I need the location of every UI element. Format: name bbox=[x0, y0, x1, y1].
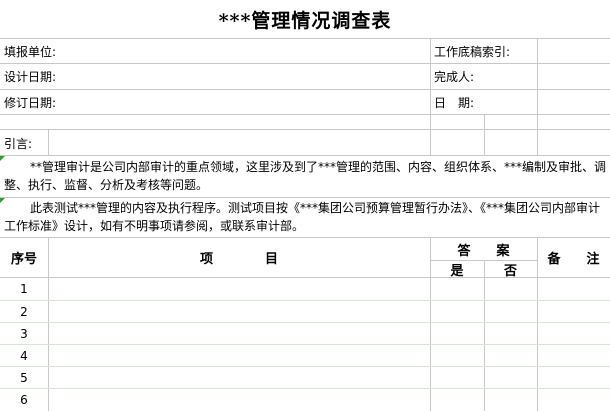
divider bbox=[0, 155, 610, 156]
table-row-number: 5 bbox=[20, 371, 28, 385]
divider bbox=[484, 114, 485, 155]
preparer-label: 完成人: bbox=[434, 70, 475, 84]
divider bbox=[0, 277, 610, 278]
survey-sheet: ***管理情况调查表 填报单位: 工作底稿索引: 设计日期: 完成人: 修订日期… bbox=[0, 0, 610, 411]
table-row-number: 3 bbox=[20, 327, 28, 341]
date-label: 日 期: bbox=[434, 95, 475, 110]
row-divider bbox=[0, 300, 610, 301]
intro-paragraph-2: 此表测试***管理的内容及执行程序。测试项目按《***集团公司预算管理暂行办法》… bbox=[4, 201, 601, 233]
row-divider bbox=[0, 366, 610, 367]
intro-label: 引言: bbox=[4, 136, 33, 151]
table-row-number: 4 bbox=[20, 349, 28, 363]
divider bbox=[0, 89, 610, 90]
revise-date-label: 修订日期: bbox=[4, 95, 57, 110]
row-divider bbox=[0, 344, 610, 345]
table-row-number: 1 bbox=[20, 282, 28, 296]
divider bbox=[430, 38, 431, 155]
divider bbox=[0, 197, 610, 198]
divider bbox=[0, 63, 610, 64]
header-yes: 是 bbox=[450, 263, 464, 279]
header-item: 项 目 bbox=[199, 252, 278, 267]
page-title: ***管理情况调查表 bbox=[0, 0, 610, 39]
header-answer: 答 案 bbox=[457, 243, 510, 259]
header-no: 序号 bbox=[10, 252, 37, 267]
table-row-number: 6 bbox=[20, 393, 28, 407]
divider bbox=[48, 129, 49, 155]
unit-label: 填报单位: bbox=[4, 44, 57, 59]
table-row-number: 2 bbox=[20, 305, 28, 319]
divider bbox=[0, 114, 610, 115]
intro-paragraph-1: **管理审计是公司内部审计的重点领域，这里涉及到了***管理的范围、内容、组织体… bbox=[4, 160, 607, 192]
index-label: 工作底稿索引: bbox=[434, 44, 511, 59]
design-date-label: 设计日期: bbox=[4, 70, 57, 84]
divider bbox=[537, 38, 538, 155]
row-divider bbox=[0, 322, 610, 323]
row-divider bbox=[0, 388, 610, 389]
header-remark: 备 注 bbox=[547, 252, 600, 267]
divider bbox=[0, 129, 610, 130]
header-no-answer: 否 bbox=[503, 263, 517, 279]
